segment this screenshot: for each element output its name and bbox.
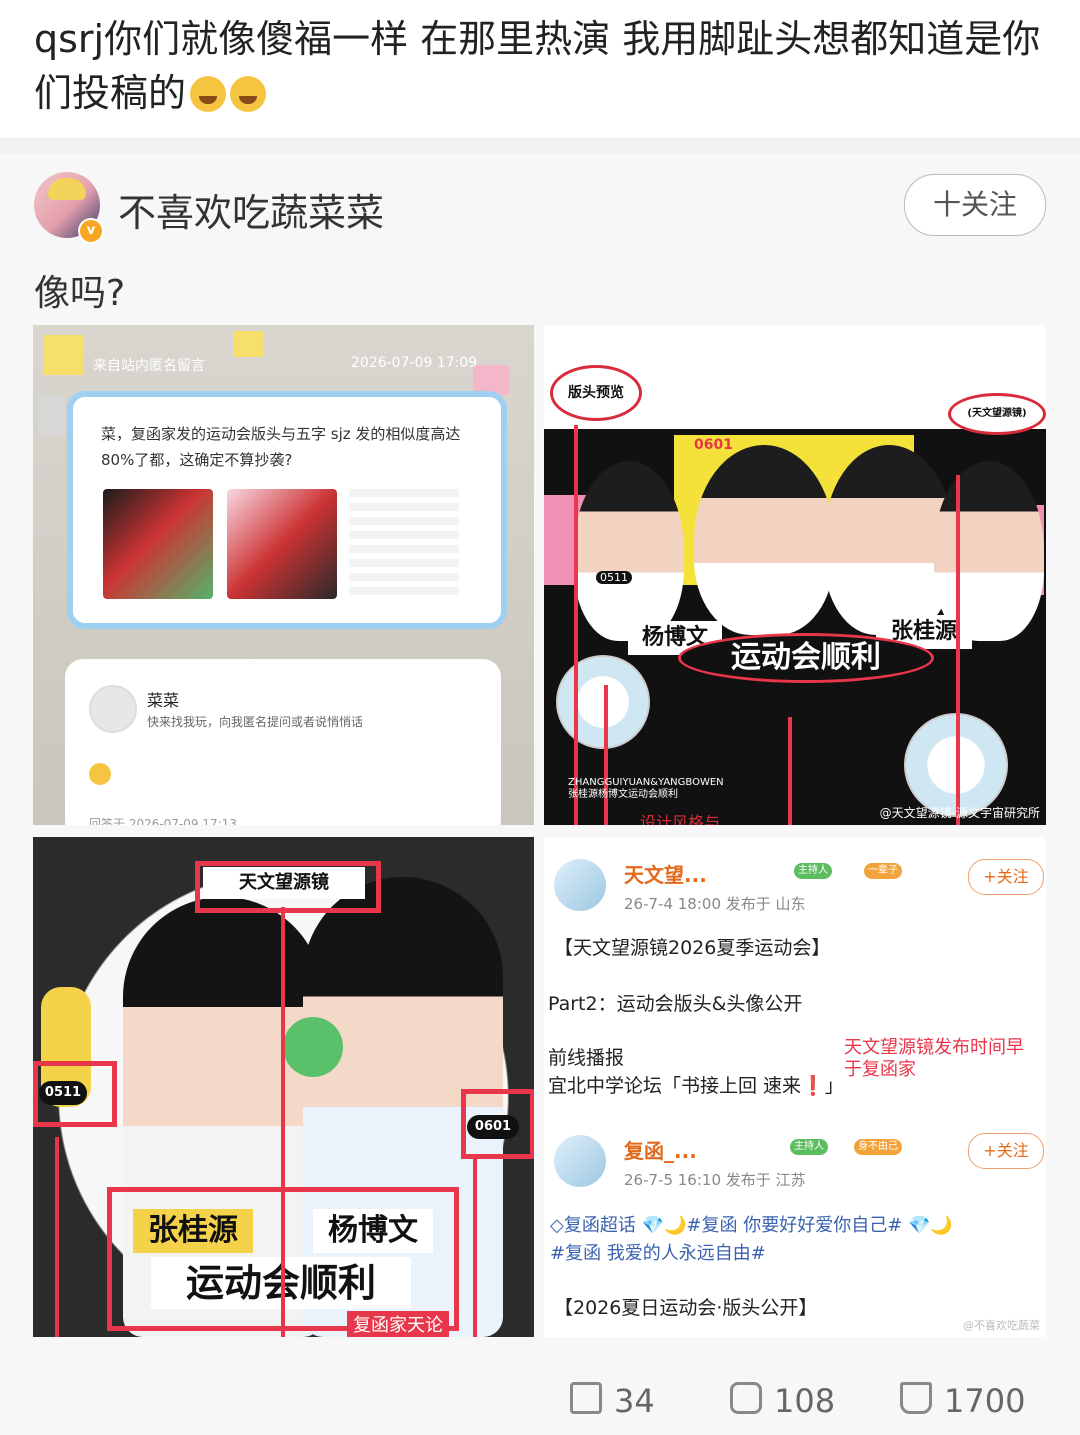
user1-avatar <box>554 859 606 911</box>
label-preview: 版头预览 <box>550 365 642 421</box>
user2-badge: 主持人 <box>790 1139 828 1155</box>
share-button[interactable]: 34 <box>570 1382 655 1420</box>
name-right: 杨博文 <box>313 1209 433 1253</box>
crying-face-emoji-icon <box>190 76 227 112</box>
watermark: @天文望源镜-源文宇宙研究所 <box>879 806 1040 820</box>
question-card: 菜，复函家发的运动会版头与五字 sjz 发的相似度高达80%了都，这确定不算抄袭… <box>67 391 507 629</box>
user1-name: 天文望... <box>624 863 707 887</box>
reply-name: 菜菜 <box>147 691 180 710</box>
user2-avatar <box>554 1135 606 1187</box>
thumbnail-b <box>227 489 337 599</box>
post-line-5: 【2026夏日运动会·版头公开】 <box>554 1297 818 1319</box>
image-2[interactable]: 版头预览 (天文望源镜) 0601 0511 杨博文 张桂源 运动会顺利 ZHA… <box>544 325 1046 825</box>
answer-card: 菜菜 快来找我玩，向我匿名提问或者说悄悄话 回答于 2026-07-09 17:… <box>65 659 501 825</box>
image-1[interactable]: 来自站内匿名留言 2026-07-09 17:09 菜，复函家发的运动会版头与五… <box>33 325 534 825</box>
surprised-emoji-icon <box>89 763 111 785</box>
watermark: @不喜欢吃蔬菜 <box>963 1319 1040 1332</box>
action-bar: 34 108 1700 <box>0 1364 1080 1435</box>
top-label: 天文望源镜 <box>203 867 365 899</box>
comment-icon <box>730 1382 762 1414</box>
bottom-caption: 复函家天论 <box>347 1311 449 1337</box>
share-icon <box>570 1382 602 1414</box>
user1-badge: 主持人 <box>794 863 832 879</box>
anon-message-label: 来自站内匿名留言 <box>93 358 205 374</box>
caption-bottom: 设计风格与 <box>640 813 721 825</box>
follow-button[interactable]: 十关注 <box>904 174 1046 236</box>
thumbnail-c <box>349 489 459 599</box>
topic-line-1: ◇复函超话 💎🌙#复函 你要好好爱你自己# 💎🌙 <box>550 1215 953 1236</box>
image-4[interactable]: 天文望... 主持人 一辈子 26-7-4 18:00 发布于 山东 +关注 【… <box>544 837 1046 1337</box>
topic-line-2: #复函 我爱的人永远自由# <box>550 1243 766 1264</box>
tag-0511: 0511 <box>596 571 632 584</box>
center-slogan: 运动会顺利 <box>678 633 934 683</box>
arrow-3 <box>473 1157 477 1337</box>
arrow-1 <box>55 1137 59 1337</box>
question-text: 菜，复函家发的运动会版头与五字 sjz 发的相似度高达80%了都，这确定不算抄袭… <box>101 425 461 469</box>
user2-follow-button[interactable]: +关注 <box>968 1133 1044 1169</box>
laughing-crying-emoji-icon <box>230 76 267 112</box>
arrow-2 <box>281 907 285 1337</box>
arrow-2 <box>604 685 608 825</box>
thumbs-up-icon <box>900 1382 932 1414</box>
verified-badge-icon: v <box>78 218 104 244</box>
headline-panel: qsrj你们就像傻福一样 在那里热演 我用脚趾头想都知道是你们投稿的 <box>0 0 1080 138</box>
user2-badge2: 身不由己 <box>854 1139 902 1155</box>
headline-text: qsrj你们就像傻福一样 在那里热演 我用脚趾头想都知道是你们投稿的 <box>34 17 1041 115</box>
tag-0601: 0601 <box>694 437 733 453</box>
post-line-1: 【天文望源镜2026夏季运动会】 <box>554 937 831 959</box>
reply-time: 回答于 2026-07-09 17:13 <box>89 817 237 825</box>
arrow-4 <box>956 475 960 825</box>
user1-follow-button[interactable]: +关注 <box>968 859 1044 895</box>
thumbnail-a <box>103 489 213 599</box>
tag-0601: 0601 <box>467 1115 519 1139</box>
post-line-4: 宜北中学论坛「书接上回 速来❗」 <box>548 1075 844 1097</box>
name-left: 张桂源 <box>133 1209 253 1253</box>
red-note: 天文望源镜发布时间早于复函家 <box>844 1037 1024 1080</box>
like-button[interactable]: 1700 <box>900 1382 1025 1420</box>
comment-button[interactable]: 108 <box>730 1382 835 1420</box>
message-timestamp: 2026-07-09 17:09 <box>351 355 478 371</box>
post-line-2: Part2：运动会版头&头像公开 <box>548 993 803 1015</box>
post-card: v 不喜欢吃蔬菜菜 十关注 像吗? 来自站内匿名留言 2026-07-09 17… <box>0 154 1080 1435</box>
arrow-1 <box>574 425 578 825</box>
caption-small: ZHANGGUIYUAN&YANGBOWEN 张桂源杨博文运动会顺利 <box>568 777 724 800</box>
user1-badge2: 一辈子 <box>864 863 902 879</box>
label-source: (天文望源镜) <box>948 393 1046 435</box>
username[interactable]: 不喜欢吃蔬菜菜 <box>118 182 384 237</box>
user1-meta: 26-7-4 18:00 发布于 山东 <box>624 895 806 913</box>
tag-0511: 0511 <box>39 1081 87 1105</box>
user2-meta: 26-7-5 16:10 发布于 江苏 <box>624 1171 806 1189</box>
image-3[interactable]: 天文望源镜 0511 0601 张桂源 杨博文 运动会顺利 复函家天论 <box>33 837 534 1337</box>
reply-avatar <box>89 685 137 733</box>
post-text: 像吗? <box>34 273 126 314</box>
post-line-3: 前线播报 <box>548 1047 625 1069</box>
user2-name: 复函_... <box>624 1139 697 1163</box>
arrow-3 <box>788 717 792 825</box>
reply-subtitle: 快来找我玩，向我匿名提问或者说悄悄话 <box>147 715 364 729</box>
